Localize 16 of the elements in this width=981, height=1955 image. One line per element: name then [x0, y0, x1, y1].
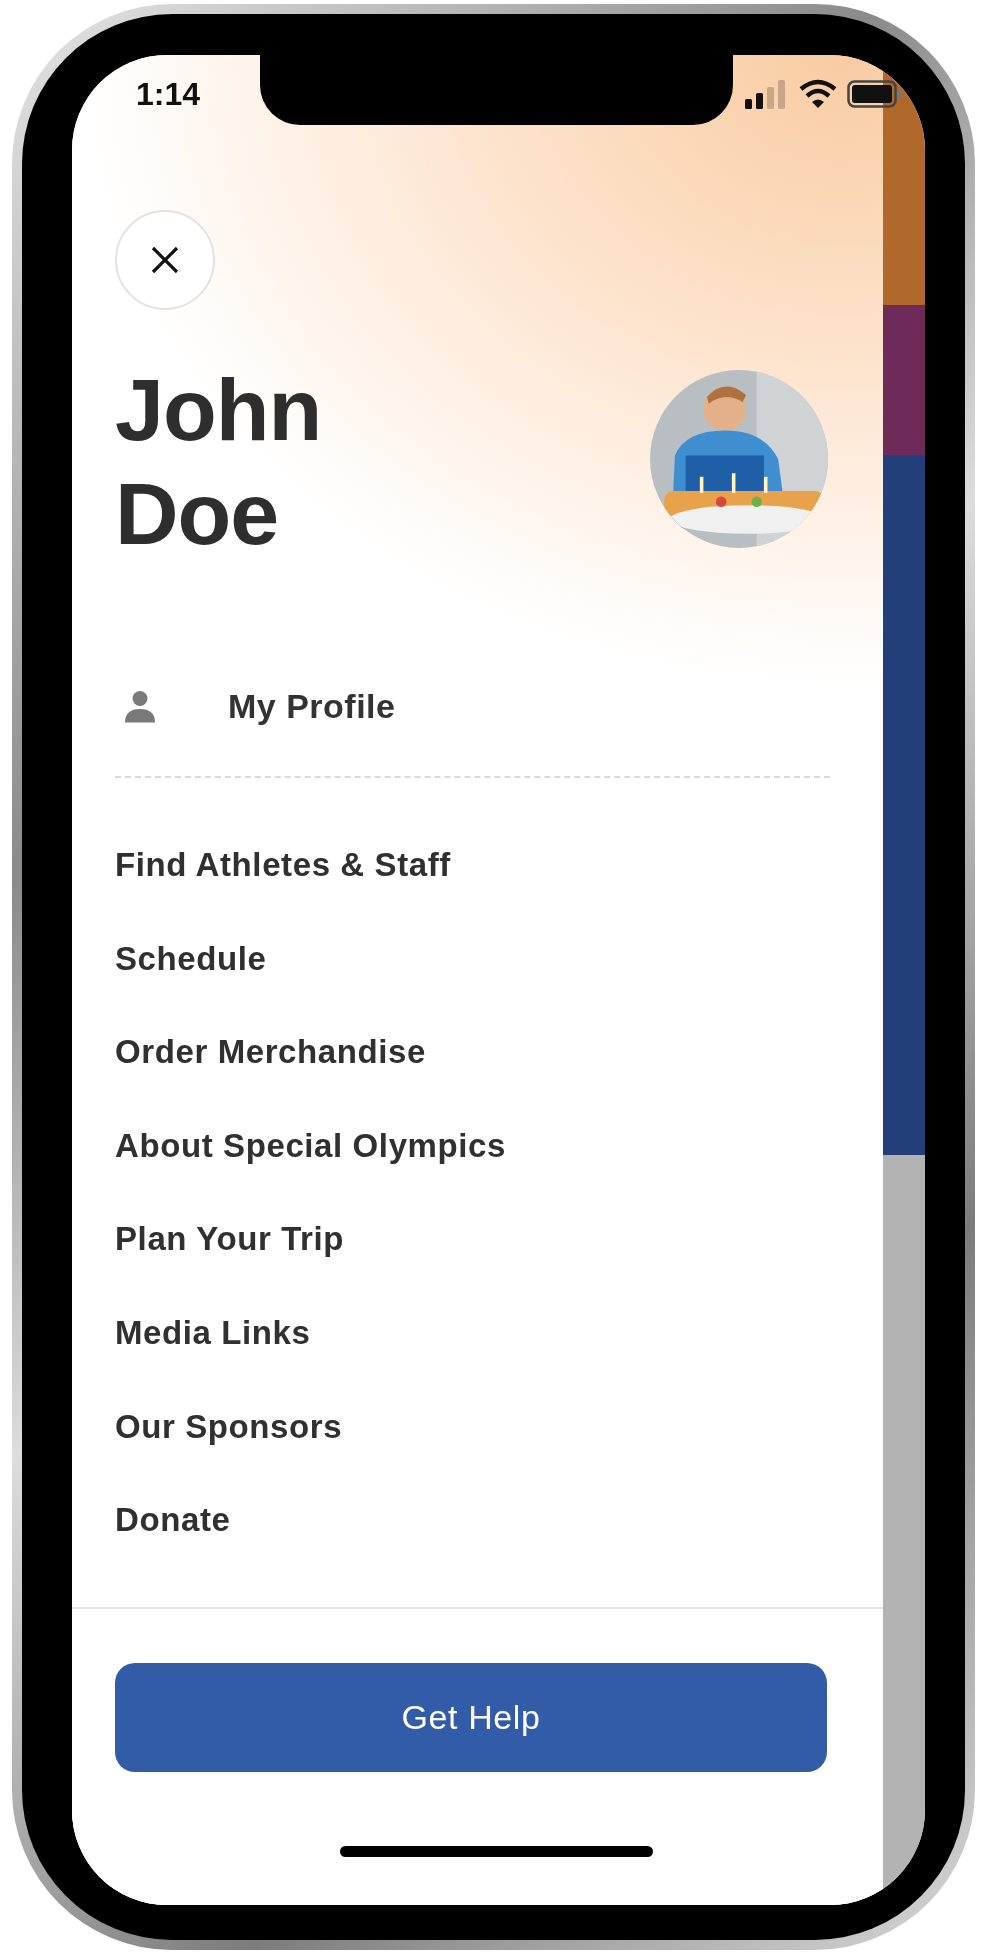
menu-item[interactable]: Donate: [115, 1473, 231, 1567]
menu-item[interactable]: Schedule: [115, 911, 267, 1006]
menu-item[interactable]: Order Merchandise: [115, 1005, 426, 1099]
menu-item[interactable]: Our Sponsors: [115, 1379, 343, 1474]
person-icon: [122, 688, 158, 724]
my-profile-link[interactable]: My Profile: [115, 676, 883, 736]
user-name: John Doe: [115, 359, 322, 565]
close-icon: [150, 245, 180, 275]
menu-item[interactable]: Media Links: [115, 1285, 311, 1380]
get-help-button[interactable]: Get Help: [115, 1663, 827, 1772]
menu-item[interactable]: Plan Your Trip: [115, 1192, 345, 1286]
status-time: 1:14: [136, 75, 201, 113]
wifi-icon: [799, 79, 837, 109]
menu-item[interactable]: Find Athletes & Staff: [115, 818, 451, 912]
battery-icon: [847, 79, 903, 109]
menu-item[interactable]: About Special Olympics: [115, 1098, 506, 1193]
